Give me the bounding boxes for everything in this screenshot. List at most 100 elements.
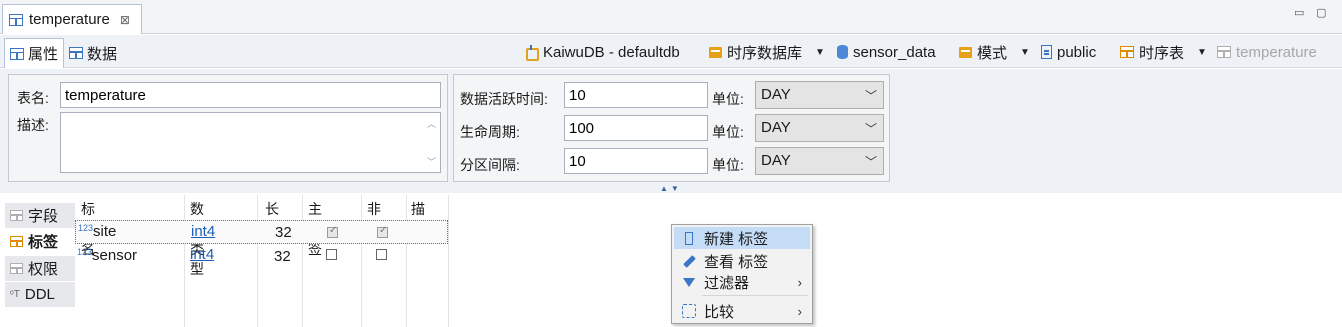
primary-tag-checkbox[interactable] — [327, 225, 338, 238]
side-tab-permissions-label: 权限 — [28, 261, 59, 278]
breadcrumb-database-type-label: 时序数据库 — [727, 44, 803, 62]
database-icon — [837, 45, 848, 59]
partition-label: 分区间隔: — [460, 157, 520, 173]
breadcrumb-database-type[interactable]: 时序数据库 ▼ — [709, 41, 825, 63]
side-tab-columns-label: 字段 — [28, 208, 59, 225]
breadcrumb-table-type-label: 时序表 — [1139, 44, 1185, 62]
tab-data[interactable]: 数据 — [64, 38, 122, 68]
menu-item-filter[interactable]: 过滤器 › — [674, 271, 810, 293]
submenu-arrow-icon: › — [797, 274, 802, 290]
data-type-link[interactable]: int4 — [191, 223, 215, 240]
chevron-down-icon: ﹀ — [864, 89, 877, 103]
table-name-label: 表名: — [17, 90, 49, 106]
tab-data-label: 数据 — [87, 45, 118, 63]
side-tab-tags-label: 标签 — [28, 234, 59, 251]
tag-name-cell[interactable]: 123site — [78, 223, 116, 240]
menu-item-compare[interactable]: 比较 › — [674, 300, 810, 322]
minimize-icon[interactable]: ▭ — [1294, 6, 1304, 19]
lifetime-unit-value: DAY — [761, 119, 791, 136]
length-value[interactable]: 32 — [275, 224, 292, 241]
close-icon[interactable]: ⊠ — [120, 13, 130, 27]
editor-tab-title: temperature — [29, 11, 110, 28]
number-type-icon: 123 — [77, 247, 93, 257]
data-type-link[interactable]: int4 — [190, 246, 214, 263]
breadcrumb-connection[interactable]: KaiwuDB - defaultdb — [524, 41, 680, 63]
table-name-input[interactable] — [60, 82, 441, 108]
lifetime-input[interactable] — [564, 115, 708, 141]
breadcrumb-schema[interactable]: public — [1041, 41, 1096, 63]
dropdown-caret-icon[interactable]: ▼ — [1197, 47, 1207, 58]
data-grid-icon — [69, 47, 83, 59]
unit-label: 单位: — [712, 124, 744, 140]
filter-icon — [674, 277, 704, 287]
menu-item-new-tag[interactable]: 新建 标签 — [674, 227, 810, 249]
scroll-up-icon[interactable]: ︿ — [427, 117, 436, 130]
ddl-icon: ᵒT — [10, 289, 20, 300]
editor-tab-temperature[interactable]: temperature ⊠ — [2, 4, 142, 34]
properties-icon — [10, 47, 24, 60]
menu-separator — [702, 295, 808, 296]
tag-name-value: sensor — [92, 247, 138, 264]
tab-properties-label: 属性 — [28, 46, 59, 63]
properties-panel: 表名: 描述: ︿ ﹀ 数据活跃时间: 单位: DAY ﹀ 生命周期: 单位: … — [0, 69, 1342, 193]
active-time-label: 数据活跃时间: — [460, 91, 548, 107]
menu-item-new-tag-label: 新建 标签 — [704, 230, 769, 248]
partition-unit-select[interactable]: DAY ﹀ — [755, 147, 884, 175]
new-tag-icon — [674, 231, 704, 245]
table-folder-icon — [1120, 46, 1134, 58]
partition-unit-value: DAY — [761, 152, 791, 169]
breadcrumb-schema-folder[interactable]: 模式 ▼ — [959, 41, 1030, 63]
collapse-panel-icon[interactable]: ▲▼ — [660, 184, 682, 193]
side-tab-permissions[interactable]: 权限 — [5, 256, 75, 281]
chevron-down-icon: ﹀ — [864, 122, 877, 136]
lifetime-unit-select[interactable]: DAY ﹀ — [755, 114, 884, 142]
breadcrumb-table-label: temperature — [1236, 43, 1317, 61]
breadcrumb-schema-label: public — [1057, 43, 1097, 61]
table-row[interactable]: 123site int4 32 — [75, 220, 448, 244]
breadcrumb-table[interactable]: temperature — [1217, 41, 1317, 63]
active-time-unit-select[interactable]: DAY ﹀ — [755, 81, 884, 109]
table-icon — [9, 13, 23, 26]
breadcrumb-table-type[interactable]: 时序表 ▼ — [1120, 41, 1207, 63]
menu-item-filter-label: 过滤器 — [704, 274, 750, 292]
side-tab-columns[interactable]: 字段 — [5, 203, 75, 228]
key-icon — [10, 263, 23, 274]
tag-name-value: site — [93, 223, 117, 240]
submenu-arrow-icon: › — [797, 303, 802, 319]
dropdown-caret-icon[interactable]: ▼ — [1020, 47, 1030, 58]
table-row[interactable]: 123sensor int4 32 — [75, 245, 448, 269]
folder-icon — [959, 46, 972, 58]
partition-input[interactable] — [564, 148, 708, 174]
tab-properties[interactable]: 属性 — [4, 38, 65, 68]
breadcrumb-connection-label: KaiwuDB - defaultdb — [543, 43, 680, 61]
breadcrumb-database-label: sensor_data — [853, 43, 936, 61]
folder-icon — [709, 46, 722, 58]
connection-icon — [524, 45, 539, 61]
description-label: 描述: — [17, 117, 49, 133]
tags-icon — [10, 236, 23, 247]
side-tab-ddl-label: DDL — [24, 286, 55, 303]
editor-toolbar: 属性 数据 KaiwuDB - defaultdb 时序数据库 ▼ sensor… — [0, 35, 1342, 68]
grid-divider — [448, 195, 449, 327]
length-value[interactable]: 32 — [274, 248, 291, 265]
breadcrumb-schema-folder-label: 模式 — [977, 44, 1008, 62]
menu-item-view-tag[interactable]: 查看 标签 — [674, 250, 810, 272]
table-icon — [1217, 46, 1231, 58]
menu-item-view-tag-label: 查看 标签 — [704, 253, 769, 271]
scroll-down-icon[interactable]: ﹀ — [427, 155, 436, 168]
editor-tab-bar: temperature ⊠ ▭ ▢ — [0, 0, 1342, 34]
maximize-icon[interactable]: ▢ — [1316, 6, 1326, 19]
not-null-checkbox[interactable] — [377, 225, 388, 238]
not-null-checkbox[interactable] — [376, 249, 387, 260]
primary-tag-checkbox[interactable] — [326, 249, 337, 260]
dropdown-caret-icon[interactable]: ▼ — [815, 47, 825, 58]
tag-name-cell[interactable]: 123sensor — [77, 247, 137, 264]
unit-label: 单位: — [712, 157, 744, 173]
breadcrumb-database[interactable]: sensor_data — [837, 41, 936, 63]
side-tab-ddl[interactable]: ᵒT DDL — [5, 282, 75, 307]
description-textarea[interactable]: ︿ ﹀ — [60, 112, 441, 173]
chevron-down-icon: ﹀ — [864, 155, 877, 169]
side-tab-tags[interactable]: 标签 — [5, 229, 75, 254]
menu-item-compare-label: 比较 — [704, 303, 735, 321]
active-time-input[interactable] — [564, 82, 708, 108]
